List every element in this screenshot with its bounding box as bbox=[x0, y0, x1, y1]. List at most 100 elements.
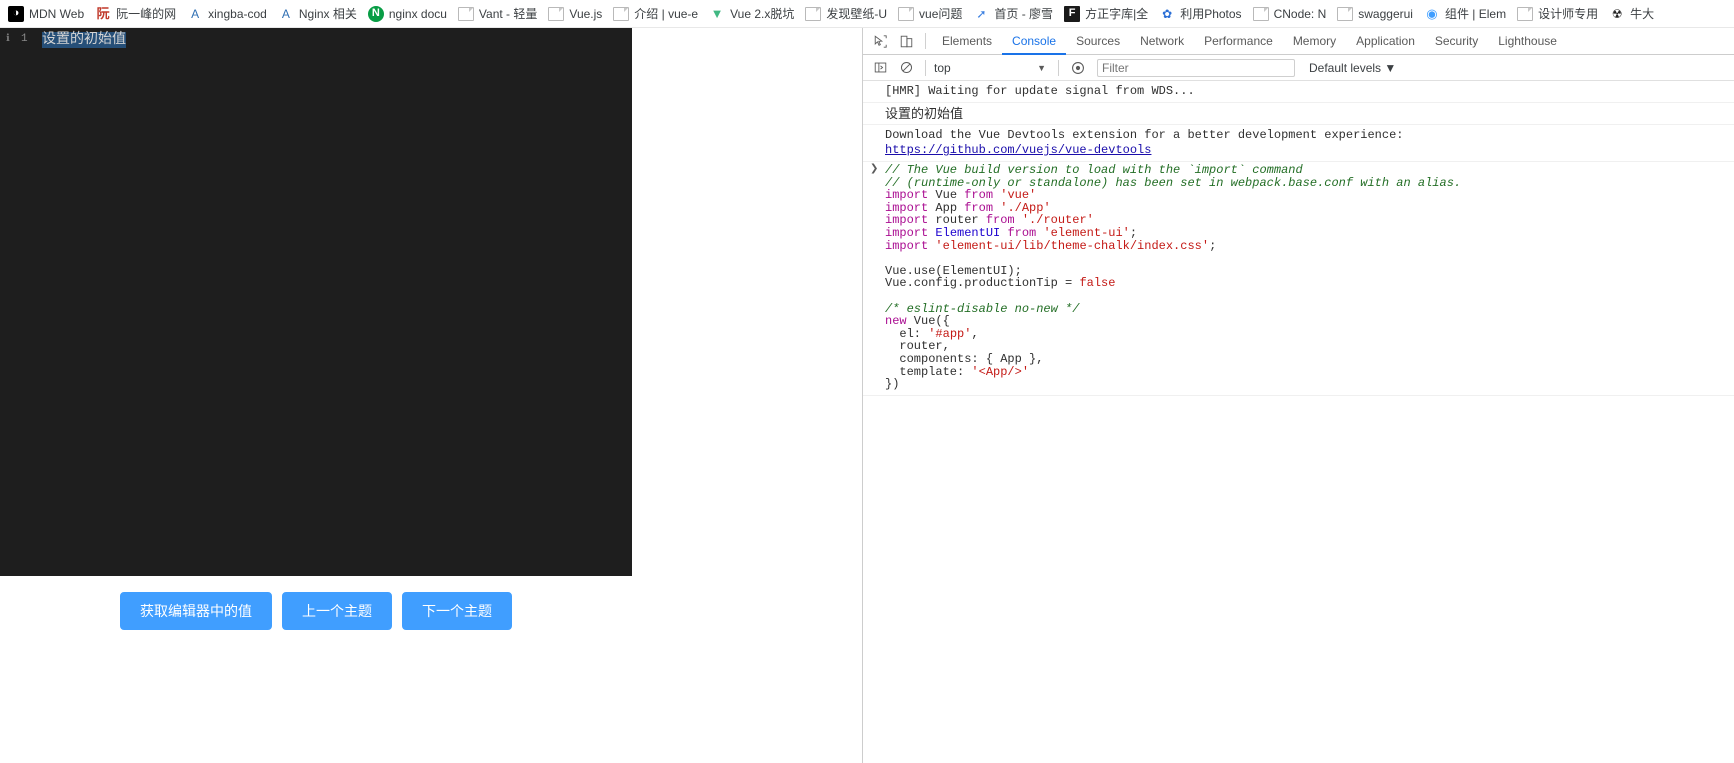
bookmark-label: vue问题 bbox=[919, 6, 963, 21]
page-doc-icon bbox=[1517, 6, 1534, 21]
code-token: false bbox=[1079, 276, 1116, 291]
editor-code-area[interactable]: 设置的初始值 bbox=[42, 31, 126, 50]
tab-network[interactable]: Network bbox=[1130, 28, 1194, 55]
rocket-icon: ➚ bbox=[973, 5, 990, 22]
code-editor[interactable]: ℹ 1 设置的初始值 bbox=[0, 28, 632, 576]
bookmark-label: Vant - 轻量 bbox=[478, 6, 538, 21]
code-token: ; bbox=[1209, 238, 1217, 253]
baidu-icon: ✿ bbox=[1159, 5, 1176, 22]
clear-console-icon[interactable] bbox=[893, 56, 919, 80]
inspect-element-icon[interactable] bbox=[867, 29, 893, 53]
bookmark-item[interactable]: 设计师专用 bbox=[1513, 2, 1604, 26]
execution-context-label: top bbox=[934, 60, 951, 75]
web-page-content: ℹ 1 设置的初始值 获取编辑器中的值 上一个主题 下一个主题 bbox=[0, 28, 862, 763]
get-editor-value-button[interactable]: 获取编辑器中的值 bbox=[120, 592, 272, 630]
editor-selected-text: 设置的初始值 bbox=[42, 32, 126, 48]
console-message-list[interactable]: [HMR] Waiting for update signal from WDS… bbox=[863, 81, 1734, 763]
bug-icon: ☢ bbox=[1609, 5, 1626, 22]
bookmark-label: 利用Photos bbox=[1180, 6, 1242, 21]
editor-fold-icon[interactable]: ℹ bbox=[6, 33, 10, 45]
tab-sources[interactable]: Sources bbox=[1066, 28, 1130, 55]
bookmark-label: 介绍 | vue-e bbox=[634, 6, 699, 21]
code-line: el: '#app', bbox=[885, 326, 1734, 341]
live-expression-icon[interactable] bbox=[1065, 56, 1091, 80]
console-filter-input[interactable] bbox=[1097, 58, 1295, 77]
page-doc-icon bbox=[457, 6, 474, 21]
bookmark-item[interactable]: Vant - 轻量 bbox=[454, 2, 543, 26]
tab-elements[interactable]: Elements bbox=[932, 28, 1002, 55]
page-doc-icon bbox=[805, 6, 822, 21]
tab-performance[interactable]: Performance bbox=[1194, 28, 1283, 55]
bookmark-item[interactable]: CNode: N bbox=[1249, 2, 1333, 26]
bookmark-item[interactable]: Axingba-cod bbox=[183, 2, 273, 26]
bookmark-label: Vue.js bbox=[569, 6, 603, 21]
page-doc-icon bbox=[1337, 6, 1354, 21]
tab-lighthouse[interactable]: Lighthouse bbox=[1488, 28, 1567, 55]
bookmark-label: MDN Web bbox=[29, 6, 85, 21]
code-token: }) bbox=[885, 377, 900, 392]
bookmark-label: 组件 | Elem bbox=[1444, 6, 1507, 21]
bookmark-label: Nginx 相关 bbox=[298, 6, 357, 21]
bookmark-item[interactable]: Nnginx docu bbox=[364, 2, 453, 26]
code-token: '<App/>' bbox=[971, 364, 1030, 379]
code-token: , bbox=[971, 326, 979, 341]
fangzheng-icon: F bbox=[1064, 5, 1081, 22]
chevron-down-icon: ▼ bbox=[1037, 62, 1046, 73]
bookmark-item[interactable]: 介绍 | vue-e bbox=[609, 2, 704, 26]
bookmark-label: 发现壁纸-U bbox=[826, 6, 888, 21]
bookmark-item[interactable]: ◉ 组件 | Elem bbox=[1420, 2, 1512, 26]
next-theme-button[interactable]: 下一个主题 bbox=[402, 592, 512, 630]
prev-theme-button[interactable]: 上一个主题 bbox=[282, 592, 392, 630]
code-line: }) bbox=[885, 378, 1734, 391]
page-button-row: 获取编辑器中的值 上一个主题 下一个主题 bbox=[0, 576, 632, 646]
bookmark-item[interactable]: MDN Web bbox=[4, 2, 90, 26]
editor-gutter: ℹ 1 bbox=[0, 28, 38, 576]
bookmark-item[interactable]: swaggerui bbox=[1333, 2, 1419, 26]
tab-application[interactable]: Application bbox=[1346, 28, 1425, 55]
tab-console[interactable]: Console bbox=[1002, 28, 1067, 55]
element-icon: ◉ bbox=[1423, 5, 1440, 22]
console-message: [HMR] Waiting for update signal from WDS… bbox=[863, 81, 1734, 103]
bookmark-label: 阮一峰的网 bbox=[116, 6, 177, 21]
console-message: Download the Vue Devtools extension for … bbox=[863, 125, 1734, 162]
devtools-tab-bar: Elements Console Sources Network Performance… bbox=[863, 28, 1734, 55]
bookmarks-bar: MDN Web阮阮一峰的网Axingba-codANginx 相关Nnginx … bbox=[0, 0, 1734, 28]
bookmark-item[interactable]: A Nginx 相关 bbox=[274, 2, 363, 26]
tab-security[interactable]: Security bbox=[1425, 28, 1488, 55]
mdn-icon bbox=[8, 5, 24, 22]
bookmark-item[interactable]: vue问题 bbox=[894, 2, 968, 26]
code-line: /* eslint-disable no-new */ bbox=[885, 302, 1734, 316]
ruan-icon: 阮 bbox=[95, 5, 112, 22]
code-line: import 'element-ui/lib/theme-chalk/index… bbox=[885, 238, 1734, 253]
bookmark-item[interactable]: ▼ Vue 2.x脱坑 bbox=[705, 2, 800, 26]
execution-context-selector[interactable]: top ▼ bbox=[932, 61, 1052, 75]
vue-devtools-link[interactable]: https://github.com/vuejs/vue-devtools bbox=[885, 143, 1151, 157]
tab-memory[interactable]: Memory bbox=[1283, 28, 1346, 55]
page-doc-icon bbox=[548, 6, 565, 21]
page-doc-icon bbox=[613, 6, 630, 21]
code-token: 'element-ui/lib/theme-chalk/index.css' bbox=[935, 238, 1210, 253]
bookmark-label: 方正字库|全 bbox=[1085, 6, 1149, 21]
bookmark-label: 牛大 bbox=[1630, 6, 1655, 21]
code-line: template: '<App/>' bbox=[885, 364, 1734, 379]
bookmark-item[interactable]: ➚ 首页 - 廖雪 bbox=[969, 2, 1059, 26]
bookmark-item[interactable]: ☢ 牛大 bbox=[1605, 2, 1660, 26]
expand-arrow-icon[interactable]: ❯ bbox=[870, 163, 878, 176]
toggle-device-toolbar-icon[interactable] bbox=[893, 29, 919, 53]
browser-window: MDN Web阮阮一峰的网Axingba-codANginx 相关Nnginx … bbox=[0, 0, 1734, 763]
code-line: Vue.config.productionTip = false bbox=[885, 277, 1734, 290]
bookmark-item[interactable]: 发现壁纸-U bbox=[801, 2, 893, 26]
bookmark-item[interactable]: Vue.js bbox=[544, 2, 608, 26]
log-levels-selector[interactable]: Default levels ▼ bbox=[1309, 61, 1396, 75]
bookmark-label: xingba-cod bbox=[208, 6, 267, 21]
bookmark-item[interactable]: F 方正字库|全 bbox=[1060, 2, 1154, 26]
bookmark-label: nginx docu bbox=[388, 6, 447, 21]
bookmark-item[interactable]: ✿ 利用Photos bbox=[1155, 2, 1247, 26]
bookmark-item[interactable]: 阮阮一峰的网 bbox=[91, 2, 182, 26]
console-sidebar-icon[interactable] bbox=[867, 56, 893, 80]
bookmark-letter-icon: A bbox=[277, 5, 294, 22]
console-code-entry[interactable]: ❯// The Vue build version to load with t… bbox=[863, 162, 1734, 396]
page-doc-icon bbox=[1252, 6, 1269, 21]
page-doc-icon bbox=[898, 6, 915, 21]
console-message: 设置的初始值 bbox=[863, 103, 1734, 125]
